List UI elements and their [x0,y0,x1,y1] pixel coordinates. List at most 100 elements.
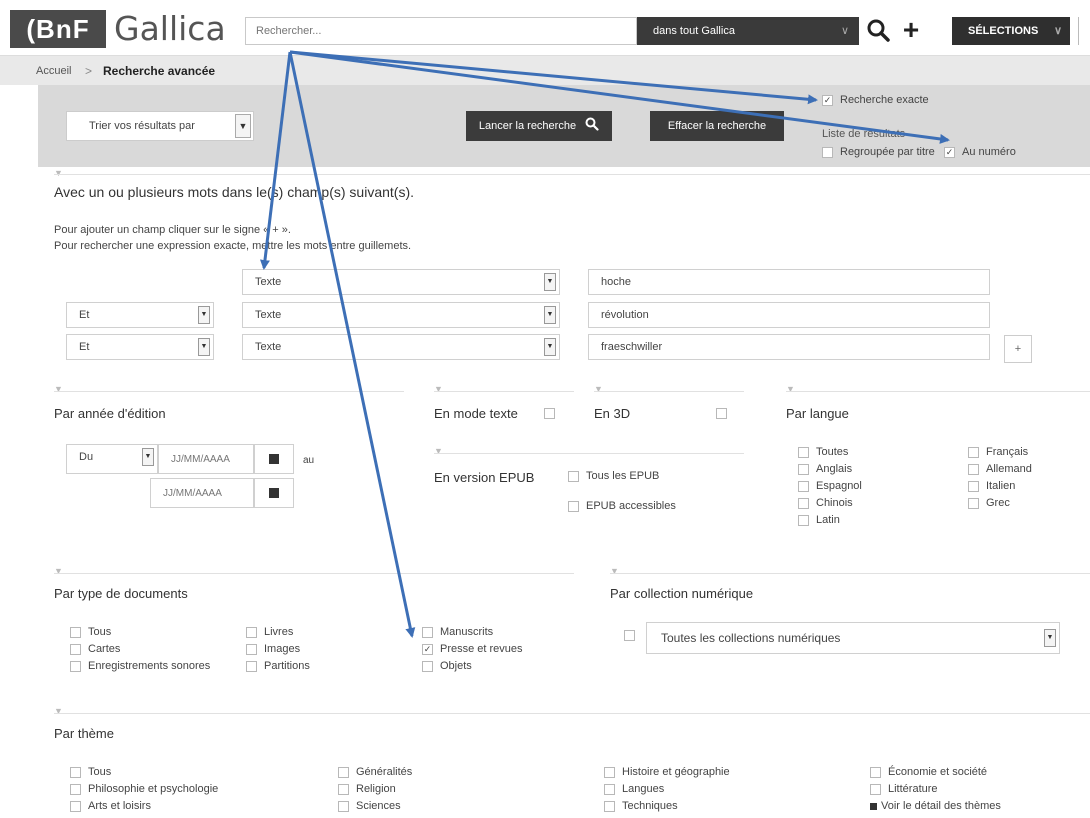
collection-checkbox[interactable] [624,630,635,641]
field-type-select-1[interactable]: Texte ▼ [242,269,560,295]
operator-select-2[interactable]: Et ▼ [66,302,214,328]
by-issue-checkbox[interactable]: ✓ [944,146,955,158]
launch-search-button[interactable]: Lancer la recherche [466,111,612,141]
date-from-input[interactable] [158,444,254,474]
text-mode-checkbox[interactable] [544,408,555,419]
doc-type-checkbox[interactable] [246,660,257,672]
language-option[interactable]: Grec [968,497,1032,514]
epub-all-checkbox[interactable] [568,470,579,482]
doc-type-option[interactable]: Images [246,643,310,660]
theme-checkbox[interactable] [338,783,349,795]
epub-all-option[interactable]: Tous les EPUB [568,470,659,482]
sort-results-select[interactable]: Trier vos résultats par ▼ [66,111,254,141]
theme-option[interactable]: Littérature [870,783,1001,800]
doc-type-checkbox[interactable] [70,660,81,672]
theme-option[interactable]: Religion [338,783,412,800]
language-option[interactable]: Latin [798,514,862,531]
calendar-icon[interactable] [254,478,294,508]
date-from-select[interactable]: Du ▼ [66,444,158,474]
doc-type-option[interactable]: Enregistrements sonores [70,660,210,677]
language-option[interactable]: Allemand [968,463,1032,480]
search-input[interactable] [245,17,637,45]
epub-accessible-option[interactable]: EPUB accessibles [568,500,676,512]
language-checkbox[interactable] [798,497,809,509]
doc-type-option[interactable]: Partitions [246,660,310,677]
epub-accessible-checkbox[interactable] [568,500,579,512]
language-checkbox[interactable] [798,480,809,492]
theme-checkbox[interactable] [70,766,81,778]
date-to-input[interactable] [150,478,254,508]
doc-type-checkbox[interactable] [70,626,81,638]
doc-type-checkbox[interactable] [246,626,257,638]
language-option[interactable]: Toutes [798,446,862,463]
theme-detail-link[interactable]: Voir le détail des thèmes [870,800,1001,817]
language-checkbox[interactable] [968,463,979,475]
breadcrumb-home-link[interactable]: Accueil [36,65,71,77]
theme-option[interactable]: Tous [70,766,218,783]
theme-label: Arts et loisirs [88,800,151,812]
theme-checkbox[interactable] [70,783,81,795]
theme-checkbox[interactable] [338,766,349,778]
language-checkbox[interactable] [798,446,809,458]
selections-button[interactable]: SÉLECTIONS ∨ [952,17,1070,45]
search-term-input-2[interactable]: révolution [588,302,990,328]
group-by-title-option[interactable]: Regroupée par titre [822,146,935,158]
theme-checkbox[interactable] [70,800,81,812]
language-checkbox[interactable] [968,480,979,492]
theme-option[interactable]: Philosophie et psychologie [70,783,218,800]
operator-select-3[interactable]: Et ▼ [66,334,214,360]
theme-option[interactable]: Économie et société [870,766,1001,783]
erase-search-button[interactable]: Effacer la recherche [650,111,784,141]
theme-option[interactable]: Arts et loisirs [70,800,218,817]
doc-type-checkbox[interactable] [422,660,433,672]
group-by-title-checkbox[interactable] [822,146,833,158]
theme-checkbox[interactable] [604,800,615,812]
collection-select[interactable]: Toutes les collections numériques ▼ [646,622,1060,654]
language-option[interactable]: Anglais [798,463,862,480]
doc-type-checkbox[interactable] [70,643,81,655]
theme-option[interactable]: Histoire et géographie [604,766,730,783]
doc-type-option[interactable]: ✓ Presse et revues [422,643,523,660]
doc-type-option[interactable]: Livres [246,626,310,643]
theme-checkbox[interactable] [338,800,349,812]
theme-option[interactable]: Langues [604,783,730,800]
theme-checkbox[interactable] [870,783,881,795]
theme-checkbox[interactable] [604,766,615,778]
search-scope-select[interactable]: dans tout Gallica ∨ [637,17,859,45]
dropdown-arrow-icon: ▼ [198,338,210,356]
3d-checkbox[interactable] [716,408,727,419]
doc-type-checkbox[interactable] [422,626,433,638]
theme-checkbox[interactable] [604,783,615,795]
language-checkbox[interactable] [968,446,979,458]
field-type-select-2[interactable]: Texte ▼ [242,302,560,328]
exact-search-checkbox[interactable]: ✓ [822,94,833,106]
calendar-icon[interactable] [254,444,294,474]
language-checkbox[interactable] [798,463,809,475]
search-term-input-3[interactable]: fraeschwiller [588,334,990,360]
search-term-input-1[interactable]: hoche [588,269,990,295]
search-icon[interactable] [866,14,892,46]
by-issue-option[interactable]: ✓ Au numéro [944,146,1016,158]
language-option[interactable]: Italien [968,480,1032,497]
theme-checkbox[interactable] [870,766,881,778]
language-checkbox[interactable] [968,497,979,509]
language-option[interactable]: Français [968,446,1032,463]
language-checkbox[interactable] [798,514,809,526]
doc-type-option[interactable]: Manuscrits [422,626,523,643]
language-option[interactable]: Espagnol [798,480,862,497]
add-field-button[interactable]: + [1004,335,1032,363]
theme-option[interactable]: Généralités [338,766,412,783]
doc-type-checkbox[interactable]: ✓ [422,643,433,655]
theme-option[interactable]: Sciences [338,800,412,817]
doc-type-checkbox[interactable] [246,643,257,655]
theme-option[interactable]: Techniques [604,800,730,817]
exact-search-option[interactable]: ✓ Recherche exacte [822,94,929,106]
doc-type-option[interactable]: Cartes [70,643,210,660]
language-option[interactable]: Chinois [798,497,862,514]
doc-type-option[interactable]: Tous [70,626,210,643]
bnf-logo[interactable]: (BnF [10,10,106,48]
gallica-logo[interactable]: Gallica [114,10,226,48]
field-type-select-3[interactable]: Texte ▼ [242,334,560,360]
add-plus-icon[interactable]: + [898,14,924,46]
doc-type-option[interactable]: Objets [422,660,523,677]
